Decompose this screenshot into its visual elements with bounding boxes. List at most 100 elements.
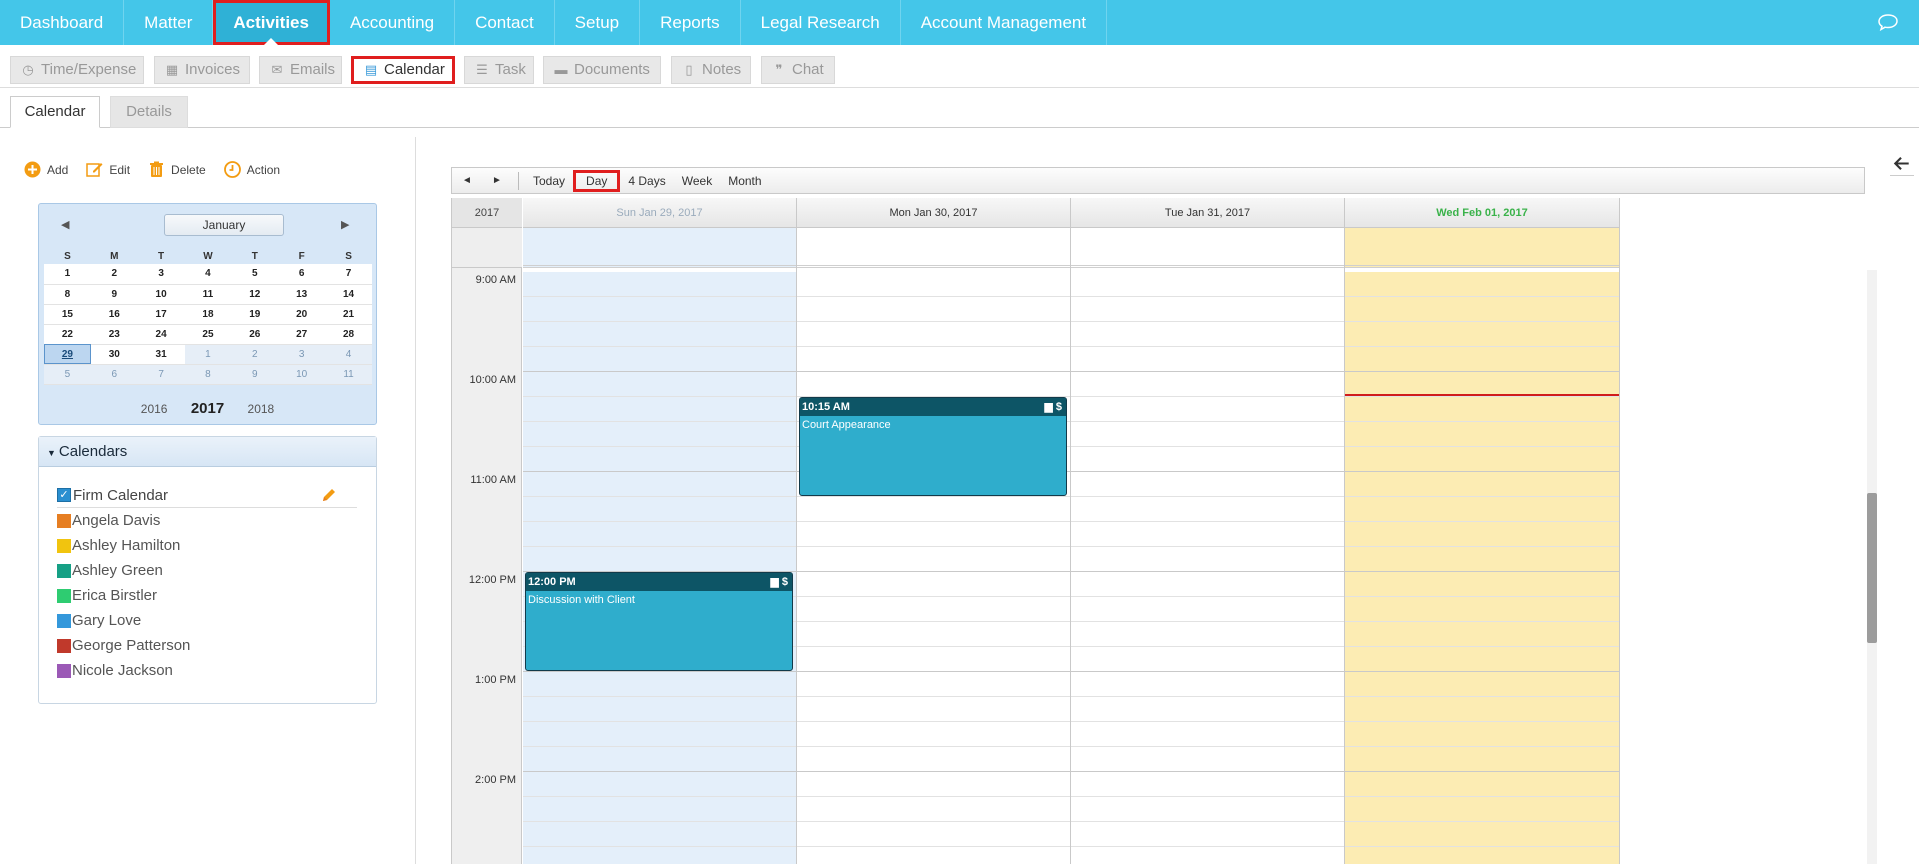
mini-calendar-day[interactable]: 26 [231, 324, 279, 345]
mini-calendar-day[interactable]: 24 [137, 324, 185, 345]
time-slot[interactable] [1345, 272, 1619, 297]
nav-setup[interactable]: Setup [555, 0, 641, 45]
time-slot[interactable] [797, 672, 1070, 697]
mini-calendar-day[interactable]: 1 [44, 264, 91, 285]
time-slot[interactable] [1071, 497, 1344, 522]
calendar-item[interactable]: Erica Birstler [57, 583, 357, 608]
mini-calendar-day[interactable]: 6 [90, 364, 138, 385]
calendar-item[interactable]: Ashley Green [57, 558, 357, 583]
mini-calendar-day[interactable]: 11 [184, 284, 232, 305]
nav-account-management[interactable]: Account Management [901, 0, 1108, 45]
time-slot[interactable] [523, 747, 796, 772]
mini-calendar-day[interactable]: 3 [137, 264, 185, 285]
time-slot[interactable] [797, 597, 1070, 622]
day-header[interactable]: Sun Jan 29, 2017 [523, 198, 796, 228]
year-current[interactable]: 2017 [191, 400, 224, 417]
time-slot[interactable] [523, 347, 796, 372]
mini-calendar-day[interactable]: 1 [184, 344, 232, 365]
time-slot[interactable] [1071, 372, 1344, 397]
time-slot[interactable] [523, 822, 796, 847]
scrollbar-thumb[interactable] [1867, 493, 1877, 643]
time-slot[interactable] [1345, 722, 1619, 747]
calendar-event[interactable]: 10:15 AM ▆ $ Court Appearance [799, 397, 1067, 496]
prev-arrow-icon[interactable]: ◄ [452, 170, 482, 192]
subtab-emails[interactable]: ✉ Emails [259, 56, 342, 84]
day-header[interactable]: Wed Feb 01, 2017 [1345, 198, 1619, 228]
mini-calendar-day[interactable]: 31 [137, 344, 185, 365]
all-day-slot[interactable] [523, 228, 796, 268]
time-slot[interactable] [1345, 697, 1619, 722]
time-slot[interactable] [1345, 672, 1619, 697]
time-slot[interactable] [523, 797, 796, 822]
next-arrow-icon[interactable]: ► [482, 170, 512, 192]
time-slot[interactable] [1071, 847, 1344, 864]
time-slot[interactable] [523, 297, 796, 322]
day-header[interactable]: Mon Jan 30, 2017 [797, 198, 1070, 228]
time-slot[interactable] [523, 322, 796, 347]
calendar-item[interactable]: Ashley Hamilton [57, 533, 357, 558]
time-slot[interactable] [523, 722, 796, 747]
calendars-panel-header[interactable]: ▼ Calendars [39, 437, 376, 467]
time-slot[interactable] [523, 522, 796, 547]
subtab-task[interactable]: ☰ Task [464, 56, 534, 84]
time-slot[interactable] [797, 797, 1070, 822]
mini-calendar-day[interactable]: 5 [231, 264, 279, 285]
mini-calendar-day[interactable]: 4 [325, 344, 372, 365]
week-view-button[interactable]: Week [674, 170, 720, 192]
time-slot[interactable] [523, 447, 796, 472]
back-arrow-icon[interactable] [1890, 152, 1914, 176]
time-slot[interactable] [797, 747, 1070, 772]
mini-calendar-day[interactable]: 9 [231, 364, 279, 385]
mini-calendar-day[interactable]: 18 [184, 304, 232, 325]
time-slot[interactable] [1345, 572, 1619, 597]
time-slot[interactable] [1071, 347, 1344, 372]
time-slot[interactable] [1345, 497, 1619, 522]
day-view-button[interactable]: Day [573, 169, 621, 192]
time-slot[interactable] [1071, 772, 1344, 797]
month-selector[interactable]: January [164, 214, 284, 236]
time-slot[interactable] [1071, 797, 1344, 822]
mini-calendar-day[interactable]: 13 [278, 284, 326, 305]
time-slot[interactable] [1071, 522, 1344, 547]
time-slot[interactable] [1071, 572, 1344, 597]
nav-matter[interactable]: Matter [124, 0, 214, 45]
time-slot[interactable] [523, 472, 796, 497]
mini-calendar-day[interactable]: 4 [184, 264, 232, 285]
time-slot[interactable] [523, 847, 796, 864]
time-slot[interactable] [797, 572, 1070, 597]
mini-calendar-day[interactable]: 19 [231, 304, 279, 325]
mini-calendar-day[interactable]: 2 [90, 264, 138, 285]
time-slot[interactable] [1071, 622, 1344, 647]
mini-calendar-day[interactable]: 11 [325, 364, 372, 385]
time-slot[interactable] [1345, 422, 1619, 447]
mini-calendar-day[interactable]: 6 [278, 264, 326, 285]
time-slot[interactable] [1071, 297, 1344, 322]
time-slot[interactable] [1345, 322, 1619, 347]
time-slot[interactable] [797, 622, 1070, 647]
time-slot[interactable] [797, 547, 1070, 572]
calendar-item[interactable]: George Patterson [57, 633, 357, 658]
time-slot[interactable] [1345, 747, 1619, 772]
time-slot[interactable] [797, 822, 1070, 847]
time-slot[interactable] [797, 372, 1070, 397]
month-view-button[interactable]: Month [720, 170, 769, 192]
subtab-notes[interactable]: ▯ Notes [671, 56, 751, 84]
mini-calendar-day[interactable]: 8 [184, 364, 232, 385]
mini-calendar-day[interactable]: 25 [184, 324, 232, 345]
mini-calendar-day[interactable]: 2 [231, 344, 279, 365]
action-button[interactable]: Action [223, 161, 280, 178]
time-slot[interactable] [1071, 647, 1344, 672]
mini-calendar-day[interactable]: 30 [90, 344, 138, 365]
day-header[interactable]: Tue Jan 31, 2017 [1071, 198, 1344, 228]
time-slot[interactable] [797, 322, 1070, 347]
all-day-slot[interactable] [1071, 228, 1344, 268]
mini-calendar-day[interactable]: 27 [278, 324, 326, 345]
next-month-arrow-icon[interactable]: ▶ [341, 218, 349, 231]
time-slot[interactable] [797, 297, 1070, 322]
time-slot[interactable] [797, 347, 1070, 372]
time-slot[interactable] [1345, 522, 1619, 547]
time-slot[interactable] [1345, 772, 1619, 797]
time-slot[interactable] [797, 772, 1070, 797]
time-slot[interactable] [1071, 697, 1344, 722]
subtab-chat[interactable]: ❞ Chat [761, 56, 835, 84]
